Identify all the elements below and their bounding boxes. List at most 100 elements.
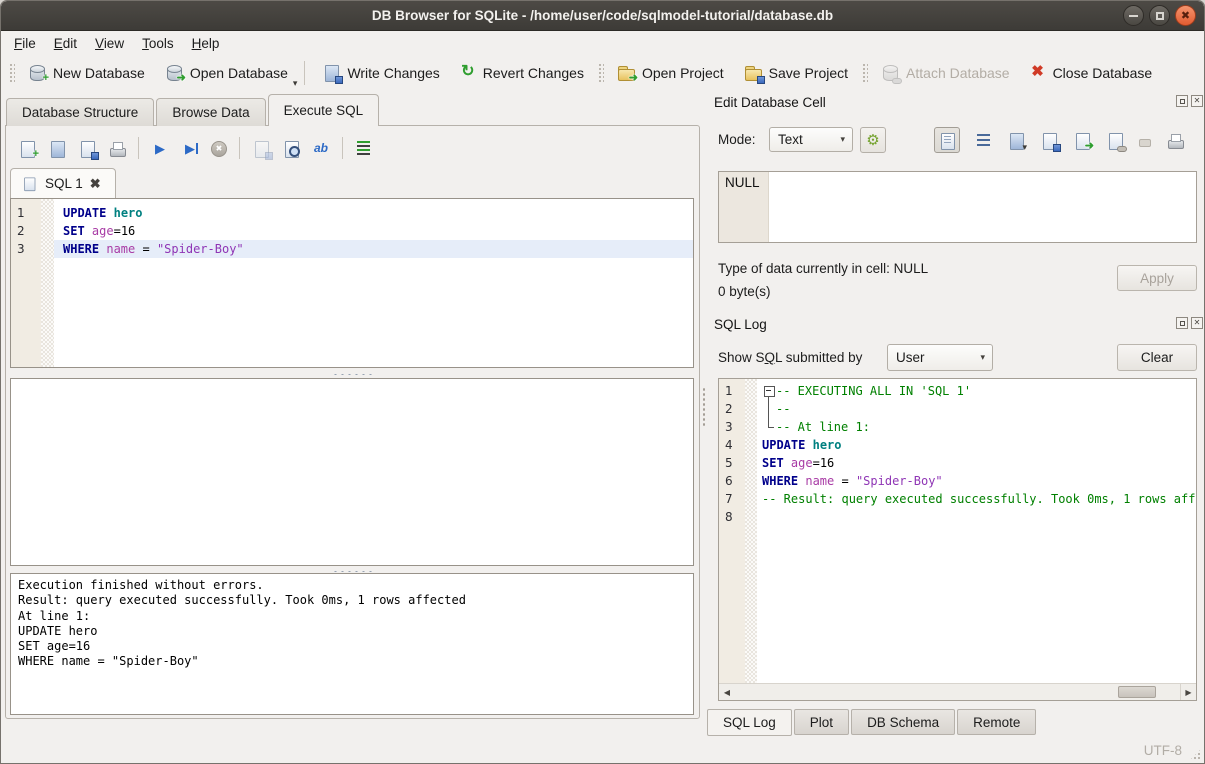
menubar: File Edit View Tools Help — [1, 32, 1204, 54]
code-line: 3WHERE name = "Spider-Boy" — [11, 240, 693, 258]
execute-all-button[interactable]: ▶ — [151, 140, 169, 157]
close-database-icon: ✖ — [1030, 64, 1046, 81]
sql-editor[interactable]: 1UPDATE hero2SET age=163WHERE name = "Sp… — [10, 198, 694, 368]
save-sql-file-button[interactable]: ▾ — [78, 140, 96, 157]
tab-execute-sql[interactable]: Execute SQL — [268, 94, 380, 126]
scrollbar-track[interactable] — [735, 684, 1180, 700]
print-cell-button[interactable] — [1166, 132, 1184, 149]
open-sql-tab-button[interactable]: + — [18, 140, 36, 157]
line-number: 3 — [719, 418, 745, 436]
link-button[interactable] — [1106, 132, 1124, 149]
right-dock-area: Edit Database Cell ✕ Mode: Text ▾ ⚙ ▾ ➜ — [707, 91, 1205, 741]
titlebar[interactable]: DB Browser for SQLite - /home/user/code/… — [1, 1, 1204, 31]
maximize-button[interactable] — [1149, 5, 1170, 26]
sql-log-code: 1-- EXECUTING ALL IN 'SQL 1'2--3-- At li… — [719, 379, 1196, 700]
line-number: 1 — [11, 204, 41, 222]
resize-grip[interactable] — [1189, 748, 1202, 761]
sql-editor-code[interactable]: 1UPDATE hero2SET age=163WHERE name = "Sp… — [11, 199, 693, 367]
splitter-handle[interactable] — [6, 370, 699, 376]
cell-value-editor[interactable]: NULL — [718, 171, 1197, 243]
menu-tools[interactable]: Tools — [133, 34, 183, 53]
sql-log-filter-select[interactable]: User ▾ — [887, 344, 993, 371]
sql-log-filter-label: Show SQL submitted by — [718, 350, 862, 365]
text-view-button[interactable] — [934, 127, 960, 153]
window-controls: ✖ — [1123, 5, 1196, 26]
format-sql-icon[interactable] — [357, 141, 370, 155]
sql-toolbar: + ▾ ▶ ▶ ✖ ab — [18, 135, 372, 161]
toolbar-drag-handle[interactable] — [597, 62, 604, 84]
cell-size-info: 0 byte(s) — [718, 284, 771, 299]
toolbar-separator — [304, 61, 305, 85]
toolbar-separator — [342, 137, 343, 159]
dock-close-icon[interactable]: ✕ — [1191, 95, 1203, 107]
scroll-right-icon[interactable]: ▶ — [1180, 684, 1196, 700]
save-project-button[interactable]: Save Project — [734, 59, 858, 86]
dock-tab-sql-log[interactable]: SQL Log — [707, 709, 792, 736]
tab-browse-data[interactable]: Browse Data — [156, 98, 265, 126]
open-database-button[interactable]: ➜ Open Database — [155, 59, 298, 86]
scrollbar-thumb[interactable] — [1118, 686, 1156, 698]
open-project-button[interactable]: ➜ Open Project — [607, 59, 734, 86]
code-line: 2-- — [719, 400, 1196, 418]
apply-button: Apply — [1117, 265, 1197, 291]
import-settings-button[interactable]: ⚙ — [860, 127, 886, 153]
line-number: 2 — [719, 400, 745, 418]
close-button[interactable]: ✖ — [1175, 5, 1196, 26]
dock-float-icon[interactable] — [1176, 95, 1188, 107]
dock-close-icon[interactable]: ✕ — [1191, 317, 1203, 329]
tab-database-structure[interactable]: Database Structure — [6, 98, 154, 126]
sql-log-dock-buttons: ✕ — [1176, 317, 1203, 329]
edit-cell-dock-buttons: ✕ — [1176, 95, 1203, 107]
export-data-button[interactable]: ➜ — [1073, 132, 1091, 149]
line-number: 7 — [719, 490, 745, 508]
menu-file[interactable]: File — [5, 34, 45, 53]
mode-select-value: Text — [778, 132, 803, 147]
clear-log-button[interactable]: Clear — [1117, 344, 1197, 371]
chevron-down-icon: ▾ — [840, 134, 845, 145]
line-number: 5 — [719, 454, 745, 472]
results-pane[interactable] — [10, 378, 694, 566]
code-line: 1UPDATE hero — [11, 204, 693, 222]
dock-tab-plot[interactable]: Plot — [794, 709, 849, 735]
dock-tab-db-schema[interactable]: DB Schema — [851, 709, 955, 735]
set-null-button — [1139, 139, 1151, 147]
toolbar-drag-handle[interactable] — [861, 62, 868, 84]
open-database-dropdown-caret[interactable]: ▾ — [293, 78, 298, 91]
find-replace-button[interactable]: ab — [312, 140, 330, 157]
fold-marker-icon[interactable] — [762, 382, 776, 400]
menu-view[interactable]: View — [86, 34, 133, 53]
open-project-icon: ➜ — [617, 64, 635, 81]
menu-help[interactable]: Help — [183, 34, 229, 53]
find-button[interactable] — [282, 140, 300, 157]
scroll-left-icon[interactable]: ◀ — [719, 684, 735, 700]
panel-splitter-handle[interactable] — [701, 386, 705, 426]
new-database-button[interactable]: + New Database — [18, 59, 155, 86]
line-number: 3 — [11, 240, 41, 258]
revert-changes-button[interactable]: ↻ Revert Changes — [450, 59, 594, 86]
gear-icon: ⚙ — [865, 132, 881, 149]
toolbar-drag-handle[interactable] — [8, 62, 15, 84]
close-database-button[interactable]: ✖ Close Database — [1020, 59, 1163, 86]
import-data-button[interactable]: ▾ — [1007, 132, 1025, 149]
execute-line-button[interactable]: ▶ — [181, 140, 199, 157]
code-line: 2SET age=16 — [11, 222, 693, 240]
execution-message-log[interactable]: Execution finished without errors. Resul… — [10, 573, 694, 715]
code-line: 1-- EXECUTING ALL IN 'SQL 1' — [719, 382, 1196, 400]
mode-select[interactable]: Text ▾ — [769, 127, 853, 152]
sql-log-view[interactable]: 1-- EXECUTING ALL IN 'SQL 1'2--3-- At li… — [718, 378, 1197, 701]
sql-tab-close-icon[interactable]: ✖ — [90, 177, 101, 190]
open-sql-file-button[interactable] — [48, 140, 66, 157]
chevron-down-icon: ▾ — [980, 352, 985, 363]
write-changes-button[interactable]: Write Changes — [312, 59, 449, 86]
print-button[interactable] — [108, 140, 126, 157]
dock-tab-bar: SQL Log Plot DB Schema Remote — [707, 709, 1036, 736]
horizontal-scrollbar[interactable]: ◀ ▶ — [719, 683, 1196, 700]
minimize-button[interactable] — [1123, 5, 1144, 26]
save-data-button[interactable] — [1040, 132, 1058, 149]
dock-tab-remote[interactable]: Remote — [957, 709, 1036, 735]
word-wrap-button[interactable] — [977, 134, 990, 146]
line-number: 2 — [11, 222, 41, 240]
sql-document-tab[interactable]: SQL 1 ✖ — [10, 168, 116, 198]
dock-float-icon[interactable] — [1176, 317, 1188, 329]
menu-edit[interactable]: Edit — [45, 34, 86, 53]
